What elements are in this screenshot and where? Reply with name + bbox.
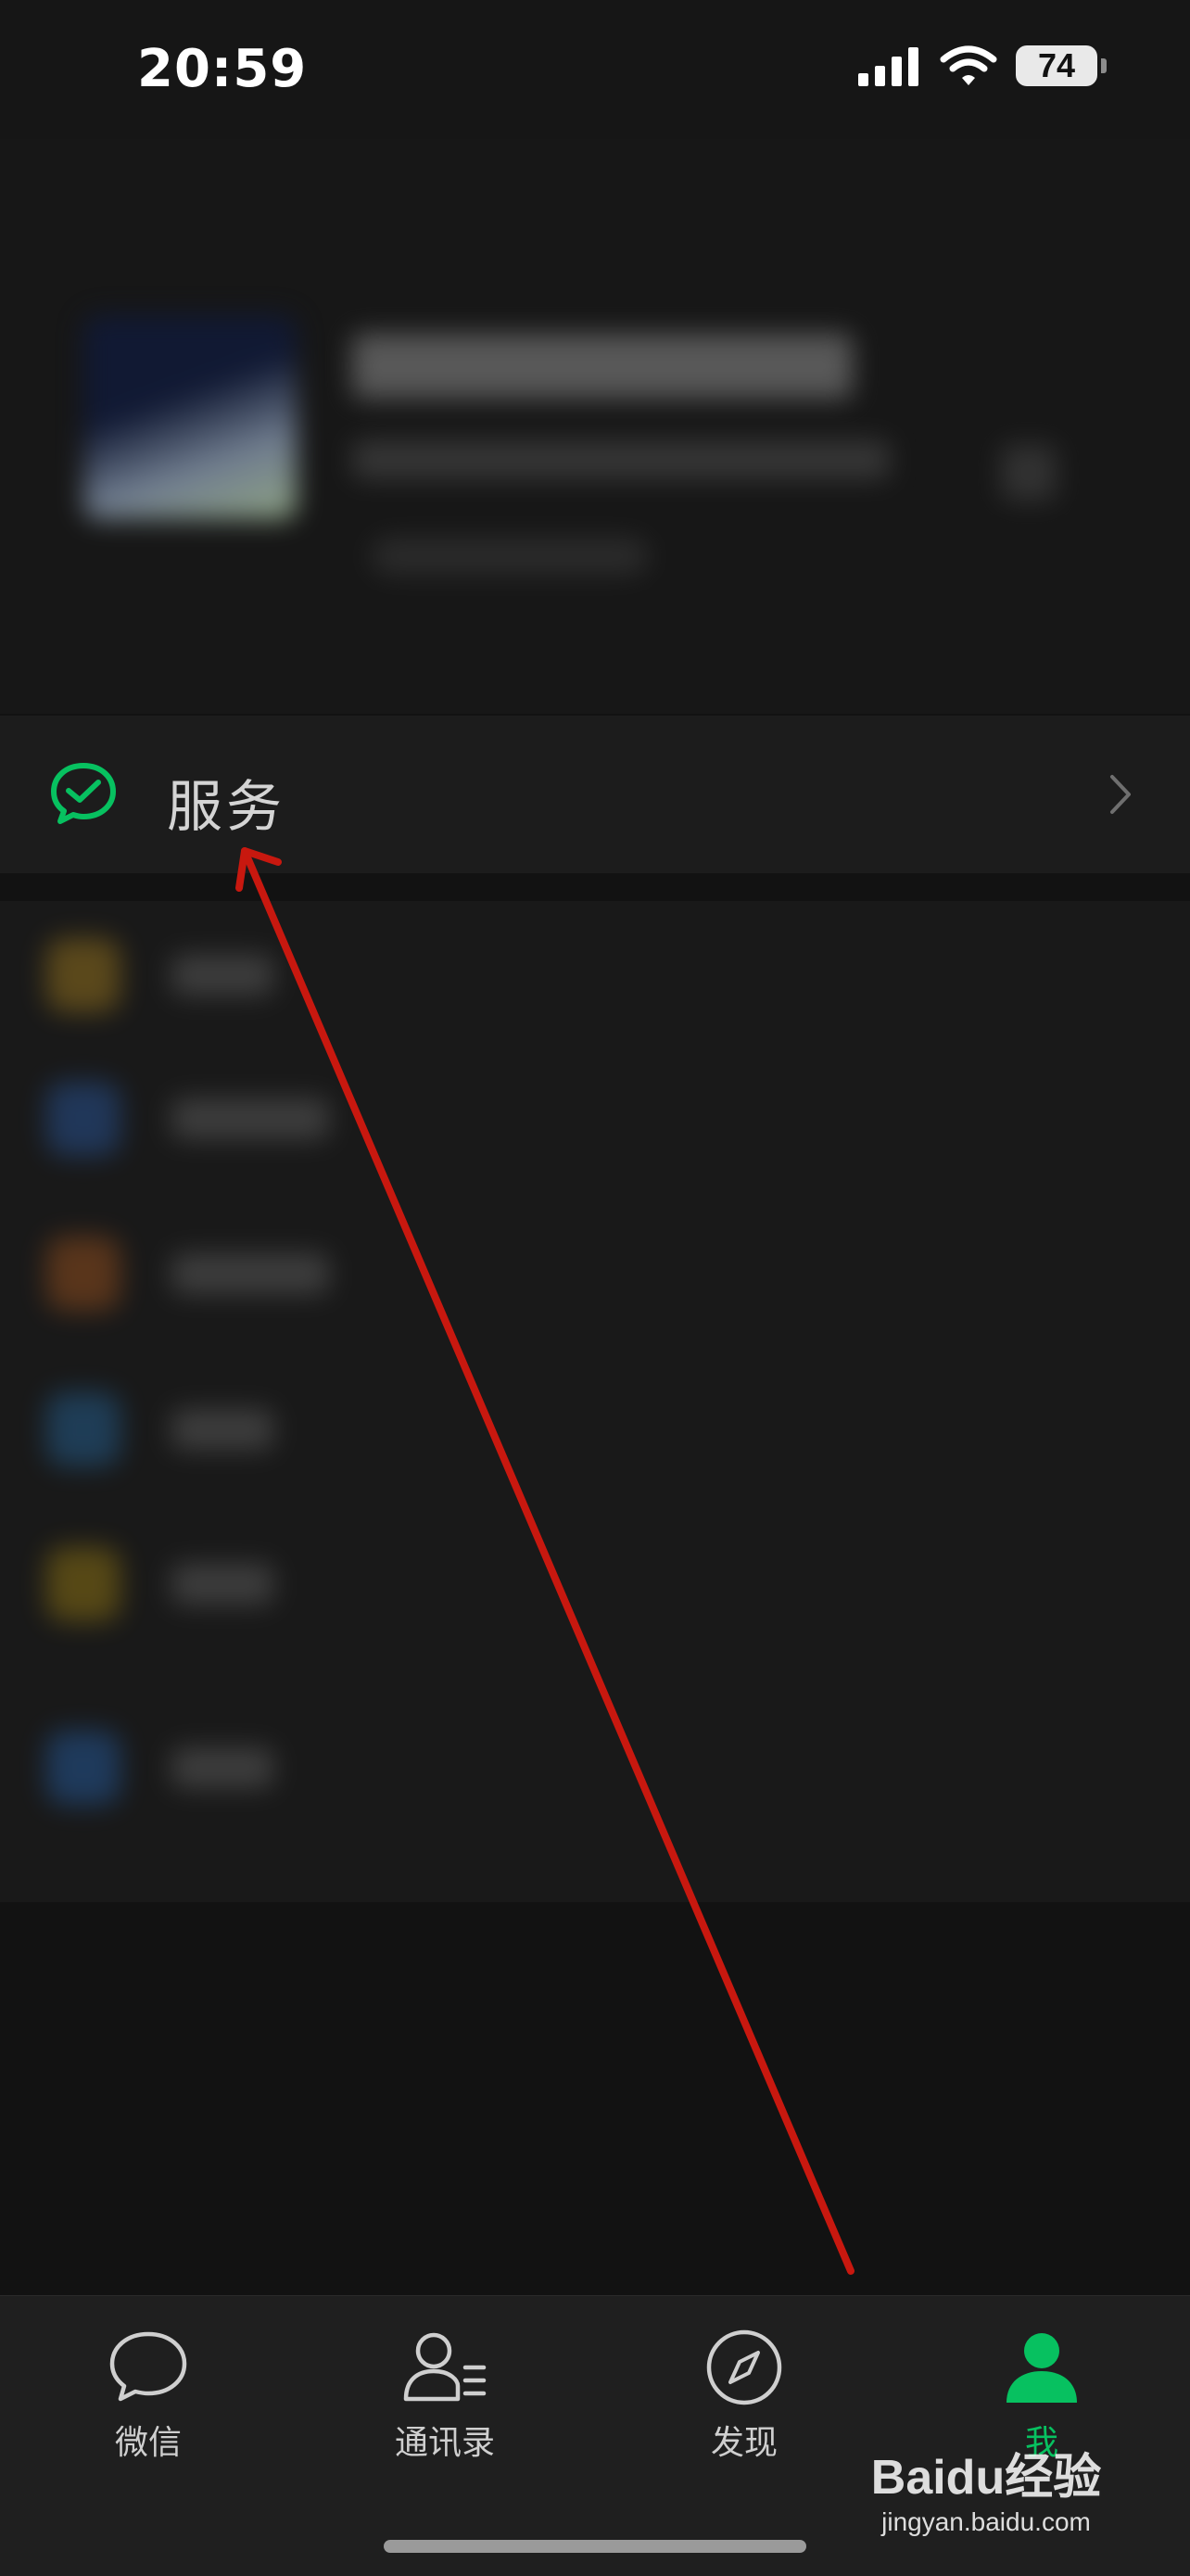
watermark-site: jingyan.baidu.com — [881, 2507, 1091, 2536]
list-item-icon — [46, 1237, 120, 1311]
list-item[interactable] — [0, 901, 1190, 1040]
watermark-brand: Baidu经验 — [870, 2451, 1102, 2505]
list-item-icon — [46, 938, 120, 1012]
list-item-label-blurred — [171, 1253, 329, 1294]
list-item-label-blurred — [171, 955, 273, 996]
compass-icon — [706, 2329, 782, 2405]
list-item[interactable] — [0, 1199, 1190, 1339]
list-item-icon — [46, 1082, 120, 1156]
signal-icon — [858, 47, 918, 86]
list-item-icon — [46, 1547, 120, 1621]
list-item-icon — [46, 1392, 120, 1466]
tab-label: 发现 — [710, 2424, 778, 2462]
person-icon — [1006, 2333, 1077, 2403]
baidu-jingyan-watermark: Baidu经验 jingyan.baidu.com — [847, 2438, 1125, 2537]
chevron-right-icon — [1110, 775, 1131, 814]
menu-list — [0, 901, 1190, 1902]
contacts-icon — [403, 2332, 487, 2402]
system-icons: 74 — [858, 44, 1107, 87]
tab-label: 微信 — [114, 2424, 182, 2462]
wechat-id-blurred — [352, 440, 890, 479]
tab-contacts[interactable]: 通讯录 — [352, 2329, 538, 2468]
service-label: 服务 — [167, 775, 285, 840]
list-item[interactable] — [0, 1694, 1190, 1833]
battery-level: 74 — [1037, 46, 1076, 84]
battery-icon: 74 — [1016, 45, 1107, 86]
tab-discover[interactable]: 发现 — [652, 2329, 837, 2468]
avatar[interactable] — [83, 315, 297, 519]
status-blurred[interactable] — [371, 538, 649, 575]
list-item[interactable] — [0, 1355, 1190, 1494]
service-row[interactable]: 服务 — [0, 716, 1190, 873]
chat-bubble-icon — [109, 2331, 187, 2402]
wifi-icon — [940, 45, 997, 85]
list-item-label-blurred — [171, 1098, 329, 1139]
nickname-blurred — [352, 334, 853, 399]
clock: 20:59 — [137, 39, 308, 99]
list-item-label-blurred — [171, 1564, 273, 1605]
status-bar: 20:59 74 — [0, 0, 1190, 139]
list-item-icon — [46, 1731, 120, 1805]
tab-label: 通讯录 — [394, 2424, 495, 2462]
list-item[interactable] — [0, 1045, 1190, 1184]
service-check-icon — [51, 763, 116, 824]
list-item[interactable] — [0, 1510, 1190, 1649]
home-indicator[interactable] — [384, 2540, 806, 2553]
qr-code-icon[interactable] — [1001, 445, 1057, 501]
tab-chats[interactable]: 微信 — [56, 2329, 241, 2468]
list-item-label-blurred — [171, 1747, 273, 1788]
list-item-label-blurred — [171, 1409, 273, 1450]
